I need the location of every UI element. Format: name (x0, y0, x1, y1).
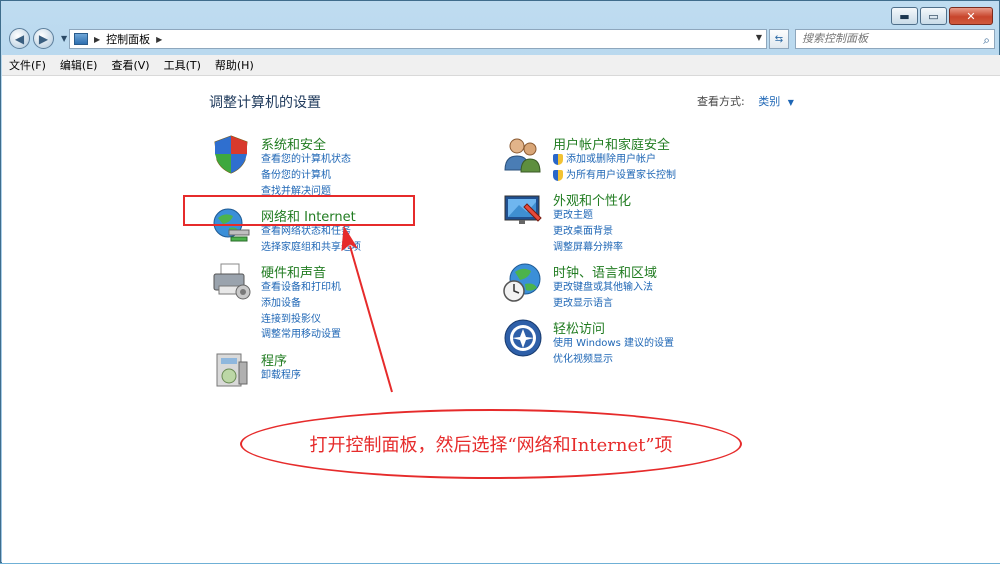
annotation-arrow (341, 225, 393, 393)
annotation-ellipse: 打开控制面板，然后选择“网络和Internet”项 (240, 409, 742, 479)
window-frame: ▬ ▭ ✕ ◀ ▶ ▼ ▶ 控制面板 ▶ ▼ ⇆ ⌕ 文件(F) 编辑(E) 查… (0, 0, 1000, 563)
annotation-text: 打开控制面板，然后选择“网络和Internet”项 (309, 435, 673, 456)
